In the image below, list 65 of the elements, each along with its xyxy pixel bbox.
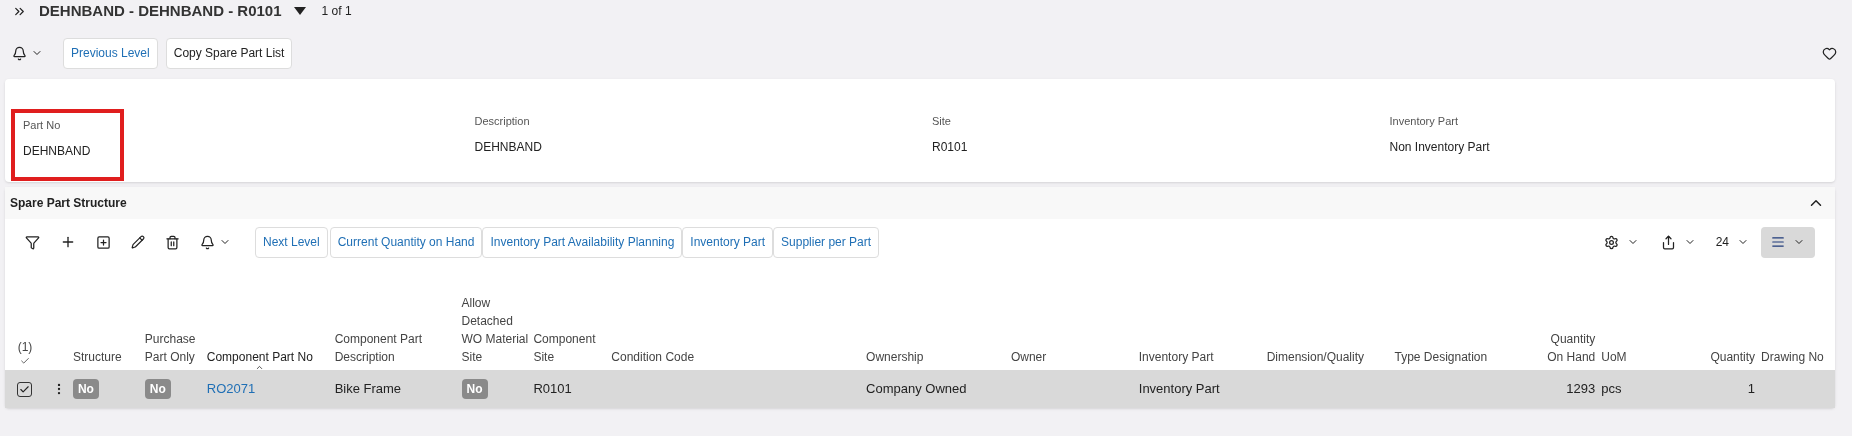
field-label: Inventory Part: [1389, 114, 1459, 129]
sort-icon: [255, 363, 265, 372]
dropdown-caret-icon[interactable]: [293, 7, 306, 15]
column-header[interactable]: Structure: [72, 348, 122, 366]
selection-count: (1): [17, 339, 33, 356]
page-title: DEHNBAND - DEHNBAND - R0101: [39, 0, 282, 21]
edit-icon[interactable]: [131, 235, 145, 249]
command-button[interactable]: Inventory Part Availability Planning: [482, 226, 683, 258]
column-header[interactable]: Quantity: [1700, 348, 1756, 366]
page-size-button[interactable]: 24: [1715, 233, 1749, 251]
field-value: R0101: [932, 138, 969, 156]
field-value: Non Inventory Part: [1389, 138, 1491, 156]
field-label: Description: [474, 114, 531, 129]
duplicate-icon[interactable]: [96, 234, 111, 250]
row-checkbox[interactable]: [17, 381, 33, 397]
status-badge: No: [72, 379, 99, 399]
table-cell: pcs: [1601, 381, 1622, 397]
filter-icon[interactable]: [25, 234, 40, 250]
column-header[interactable]: Allow Detached WO Material Site: [461, 294, 530, 366]
command-button[interactable]: Current Quantity on Hand: [329, 226, 483, 258]
command-button[interactable]: Supplier per Part: [773, 226, 880, 258]
column-header[interactable]: Quantity On Hand: [1521, 330, 1596, 366]
select-all-icon[interactable]: [19, 356, 30, 366]
list-view-icon: [1771, 235, 1785, 249]
section-title: Spare Part Structure: [10, 195, 127, 212]
record-count: 1 of 1: [321, 3, 352, 20]
table-cell: R0101: [533, 381, 572, 397]
column-header[interactable]: Type Designation: [1394, 348, 1488, 366]
favorite-icon[interactable]: [1822, 45, 1837, 61]
column-header[interactable]: Dimension/Quality: [1266, 348, 1364, 366]
settings-button[interactable]: [1603, 234, 1639, 250]
export-button[interactable]: [1660, 234, 1696, 250]
column-header[interactable]: Ownership: [866, 348, 924, 366]
column-header[interactable]: Component Part Description: [334, 330, 458, 366]
field-label: Part No: [23, 118, 62, 133]
table-cell: Inventory Part: [1138, 381, 1220, 397]
table-cell: Bike Frame: [334, 381, 402, 397]
notifications-button[interactable]: [200, 234, 231, 250]
field-label: Site: [932, 114, 952, 129]
status-badge: No: [461, 379, 488, 399]
part-link[interactable]: RO2071: [206, 381, 256, 397]
column-header[interactable]: Owner: [1010, 348, 1047, 366]
column-header[interactable]: UoM: [1601, 348, 1627, 366]
toolbar-button[interactable]: Copy Spare Part List: [165, 37, 293, 69]
column-header[interactable]: Purchase Part Only: [144, 330, 203, 366]
toolbar-button[interactable]: Previous Level: [63, 37, 158, 69]
command-button[interactable]: Inventory Part: [682, 226, 774, 258]
check-icon: [19, 383, 31, 395]
status-badge: No: [144, 379, 171, 399]
column-header[interactable]: Component Part No: [206, 348, 313, 366]
table-cell: 1: [1747, 381, 1756, 397]
field-value: DEHNBAND: [474, 138, 543, 156]
view-mode-button[interactable]: [1761, 226, 1815, 258]
column-header[interactable]: Inventory Part: [1138, 348, 1214, 366]
column-header[interactable]: Condition Code: [611, 348, 695, 366]
column-header[interactable]: Component Site: [533, 330, 608, 366]
column-header[interactable]: Drawing No: [1761, 348, 1824, 366]
table-cell: Company Owned: [866, 381, 967, 397]
add-icon[interactable]: [60, 234, 76, 250]
delete-icon[interactable]: [165, 234, 180, 250]
notifications-button[interactable]: [12, 45, 43, 61]
table-row[interactable]: No No RO2071 Bike Frame No R0101 Company Owned Inventory Part 1293 pcs 1: [5, 370, 1835, 408]
table-cell: 1293: [1566, 381, 1596, 397]
command-button[interactable]: Next Level: [255, 226, 328, 258]
field-value: DEHNBAND: [23, 142, 92, 160]
